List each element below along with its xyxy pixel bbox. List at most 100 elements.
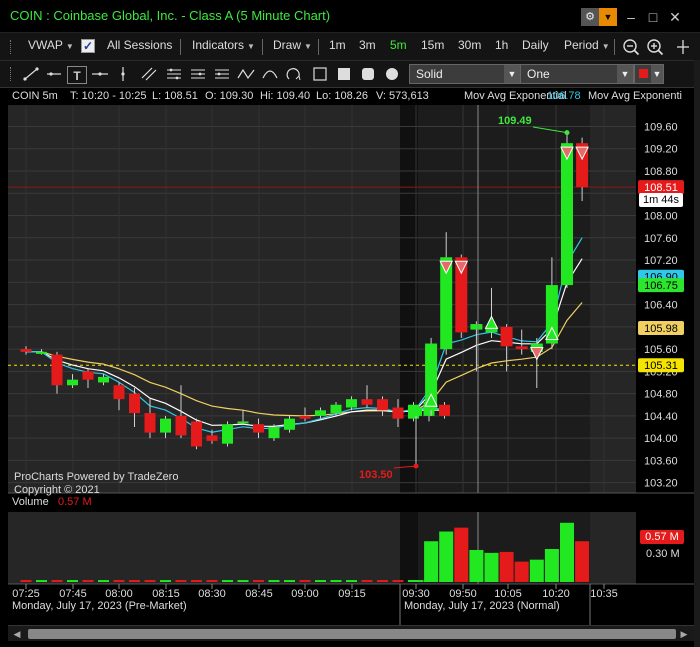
timeframe-1h[interactable]: 1h [495, 38, 508, 52]
line-style-select[interactable]: Solid ▼ [409, 64, 521, 84]
candle-down [392, 407, 404, 419]
crosshair-icon[interactable] [676, 39, 690, 55]
candle-down [129, 393, 140, 414]
timeframe-15m[interactable]: 15m [421, 38, 444, 52]
chart-canvas[interactable]: 109.60109.20108.80108.40108.00107.60107.… [8, 105, 694, 625]
gann-fan-tool-icon[interactable] [212, 66, 232, 84]
line-width-select[interactable]: One ▼ [520, 64, 634, 84]
price-tick-label: 105.60 [644, 344, 678, 356]
info-ma1-value: 106.78 [547, 90, 581, 102]
toolbar-grip[interactable] [10, 40, 12, 54]
volume-bar [98, 580, 109, 582]
horizontal-line-tool-icon[interactable] [90, 66, 110, 84]
chevron-down-icon: ▼ [65, 42, 74, 51]
chart-area[interactable]: 109.60109.20108.80108.40108.00107.60107.… [8, 105, 694, 642]
time-tick-label: 10:05 [494, 588, 522, 600]
maximize-icon[interactable]: □ [644, 8, 662, 26]
curve-tool-icon[interactable] [260, 66, 280, 84]
volume-bar [361, 580, 373, 582]
info-open: O: 109.30 [205, 90, 254, 102]
price-badge-label: 105.98 [644, 323, 678, 335]
trendline-tool-icon[interactable] [21, 66, 41, 84]
timeframe-1m[interactable]: 1m [329, 38, 346, 52]
candle-up [268, 427, 280, 439]
indicators-menu[interactable]: Indicators ▼ [192, 38, 255, 52]
fib-extension-tool-icon[interactable] [188, 66, 208, 84]
price-tick-label: 108.80 [644, 166, 678, 178]
vwap-label: VWAP [28, 38, 63, 52]
minimize-icon[interactable]: – [622, 8, 640, 26]
separator [180, 39, 181, 55]
volume-bar [82, 580, 94, 582]
volume-bar [284, 580, 295, 582]
horizontal-scrollbar[interactable]: ◀ ▶ [8, 625, 694, 641]
scroll-right-icon[interactable]: ▶ [678, 628, 690, 640]
toolbar-grip[interactable] [10, 67, 12, 81]
vertical-line-tool-icon[interactable] [113, 66, 133, 84]
draw-menu[interactable]: Draw ▼ [273, 38, 312, 52]
timeframe-5m-active[interactable]: 5m [390, 38, 407, 52]
price-tick-label: 104.00 [644, 433, 678, 445]
volume-bar [529, 559, 544, 582]
volume-bar [409, 580, 423, 582]
chart-toolbar: VWAP ▼ ✓ All Sessions Indicators ▼ Draw ▼ 1… [0, 32, 700, 60]
volume-bar [514, 561, 529, 582]
fibonacci-tool-icon[interactable] [164, 66, 184, 84]
candle-up [98, 376, 109, 383]
text-tool-icon[interactable]: T [67, 66, 87, 84]
volume-bar [575, 541, 590, 582]
price-badge-label: 105.31 [644, 360, 678, 372]
vwap-checkbox[interactable]: ✓ [81, 39, 95, 53]
chevron-down-icon: ▼ [651, 65, 663, 83]
copyright: Copyright © 2021 [14, 484, 100, 496]
rounded-rectangle-tool-icon[interactable] [358, 66, 378, 84]
scrollbar-thumb[interactable] [28, 629, 676, 639]
ellipse-tool-icon[interactable] [382, 66, 402, 84]
line-style-value: Solid [416, 67, 443, 81]
dropdown-arrow-icon[interactable]: ▼ [599, 8, 617, 26]
timeframe-daily[interactable]: Daily [522, 38, 549, 52]
zoom-in-icon[interactable] [646, 38, 664, 56]
rectangle-filled-tool-icon[interactable] [334, 66, 354, 84]
time-tick-label: 08:45 [245, 588, 273, 600]
chevron-down-icon: ▼ [304, 42, 312, 51]
candle-down [20, 349, 32, 352]
time-tick-label: 09:50 [449, 588, 477, 600]
volume-bar [315, 580, 326, 582]
price-tick-label: 104.40 [644, 411, 678, 423]
title-bar: COIN : Coinbase Global, Inc. - Class A (… [0, 0, 700, 32]
candle-countdown: 1m 44s [639, 193, 683, 207]
close-icon[interactable]: ✕ [666, 8, 684, 26]
timeframe-30m[interactable]: 30m [458, 38, 481, 52]
vwap-button[interactable]: VWAP ▼ [28, 38, 74, 52]
volume-bar [544, 549, 559, 582]
period-menu[interactable]: Period ▼ [564, 38, 610, 52]
price-badge-label: 106.75 [644, 280, 678, 292]
price-tick-label: 109.60 [644, 121, 678, 133]
time-tick-label: 09:15 [338, 588, 366, 600]
candle-up [222, 424, 233, 444]
channel-tool-icon[interactable] [139, 66, 159, 84]
price-tick-label: 104.80 [644, 389, 678, 401]
arc-arrow-tool-icon[interactable] [284, 66, 304, 84]
volume-bar [377, 580, 388, 582]
high-marker-label: 109.49 [498, 115, 532, 127]
volume-bar [129, 580, 140, 582]
candle-down [113, 385, 125, 400]
ray-tool-icon[interactable] [44, 66, 64, 84]
candle-down [144, 413, 156, 433]
settings-gear-icon[interactable]: ⚙ [581, 8, 599, 26]
color-picker[interactable]: ▼ [634, 64, 664, 84]
period-label: Period [564, 38, 599, 52]
price-tick-label: 107.20 [644, 255, 678, 267]
all-sessions-toggle[interactable]: All Sessions [107, 38, 172, 52]
candle-up [330, 404, 342, 414]
zigzag-tool-icon[interactable] [236, 66, 256, 84]
timeframe-3m[interactable]: 3m [359, 38, 376, 52]
zoom-out-icon[interactable] [622, 38, 640, 56]
scroll-left-icon[interactable]: ◀ [11, 628, 23, 640]
info-low: Lo: 108.26 [316, 90, 368, 102]
rectangle-outline-tool-icon[interactable] [310, 66, 330, 84]
date-normal: Monday, July 17, 2023 (Normal) [404, 600, 560, 612]
time-tick-label: 08:30 [198, 588, 226, 600]
